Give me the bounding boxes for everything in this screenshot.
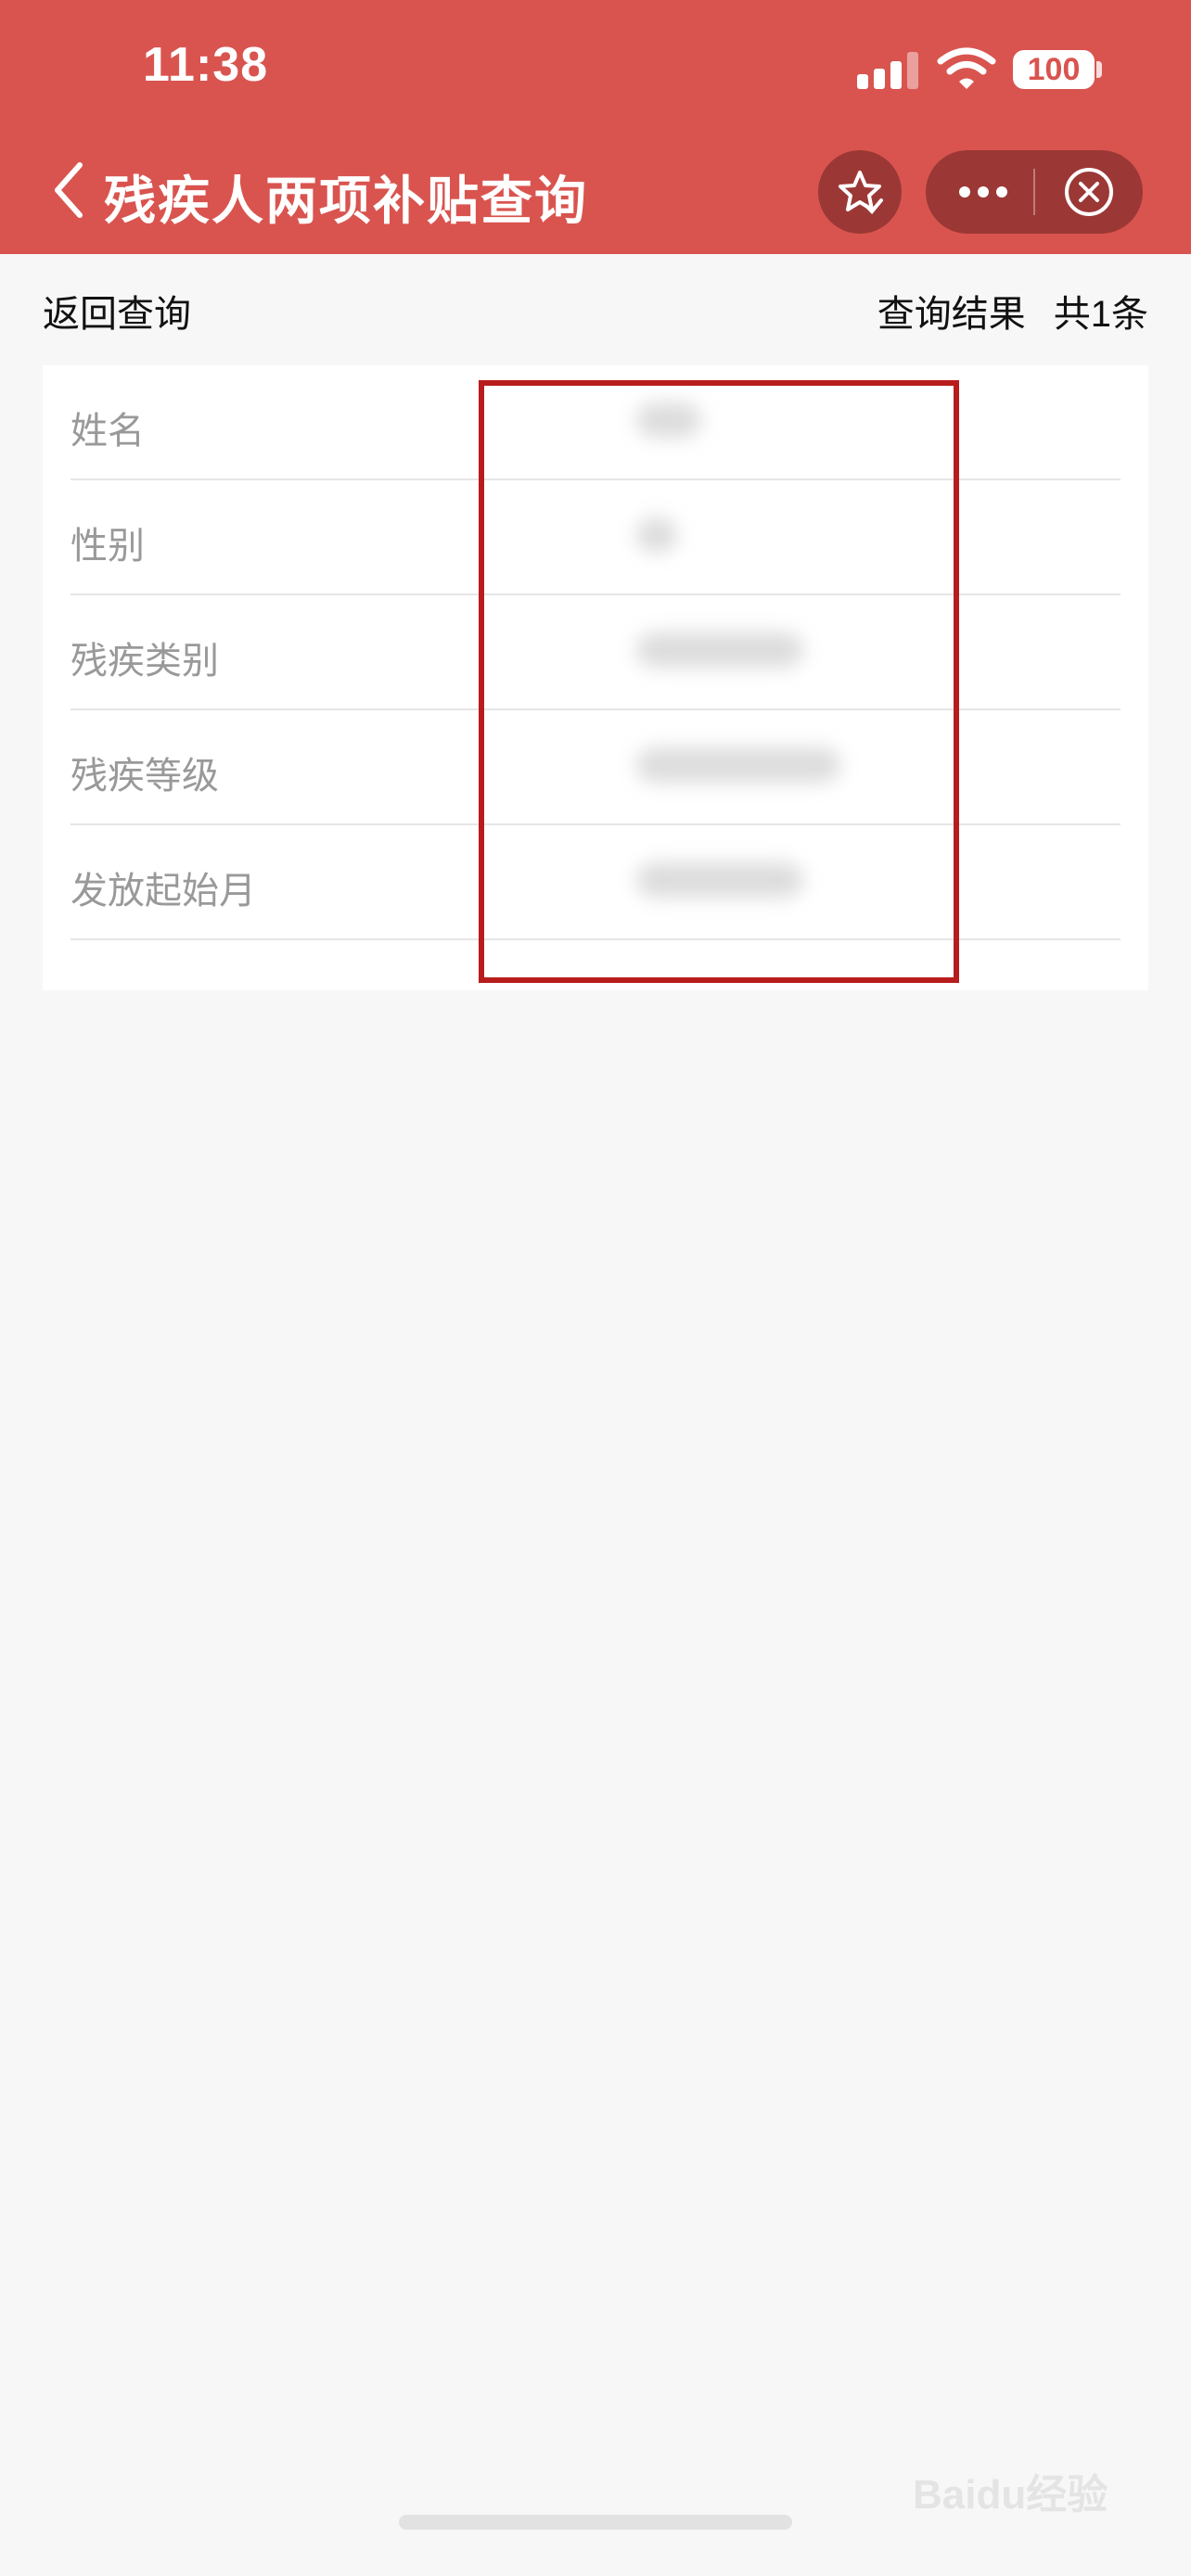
nav-header: 11:38 100 残疾人两项补贴查询 <box>0 0 1191 254</box>
more-button[interactable] <box>926 150 1033 234</box>
signal-icon <box>857 50 918 89</box>
wifi-icon <box>937 47 996 89</box>
favorite-button[interactable] <box>818 150 902 234</box>
field-label: 性别 <box>70 526 145 567</box>
page-title: 残疾人两项补贴查询 <box>104 172 588 230</box>
status-time: 11:38 <box>143 38 269 92</box>
back-to-query-link[interactable]: 返回查询 <box>43 284 191 338</box>
star-icon <box>839 171 883 214</box>
battery-icon: 100 <box>1013 50 1095 89</box>
battery-tip <box>1096 61 1102 78</box>
close-circle-icon <box>1065 168 1113 216</box>
field-label: 残疾等级 <box>70 756 219 797</box>
result-label: 查询结果 <box>877 294 1026 335</box>
field-label: 发放起始月 <box>70 871 256 912</box>
result-count: 共1条 <box>1053 294 1148 335</box>
home-indicator[interactable] <box>399 2515 792 2530</box>
more-dots-icon <box>959 186 1007 198</box>
highlight-annotation-box <box>479 380 959 983</box>
menu-capsule <box>926 150 1143 234</box>
field-label: 残疾类别 <box>70 641 219 682</box>
close-button[interactable] <box>1035 150 1143 234</box>
watermark-logo: Baidu经验 <box>913 2472 1108 2518</box>
result-summary: 查询结果 共1条 <box>877 284 1148 338</box>
field-label: 姓名 <box>70 411 145 452</box>
back-arrow-icon[interactable] <box>52 161 85 219</box>
